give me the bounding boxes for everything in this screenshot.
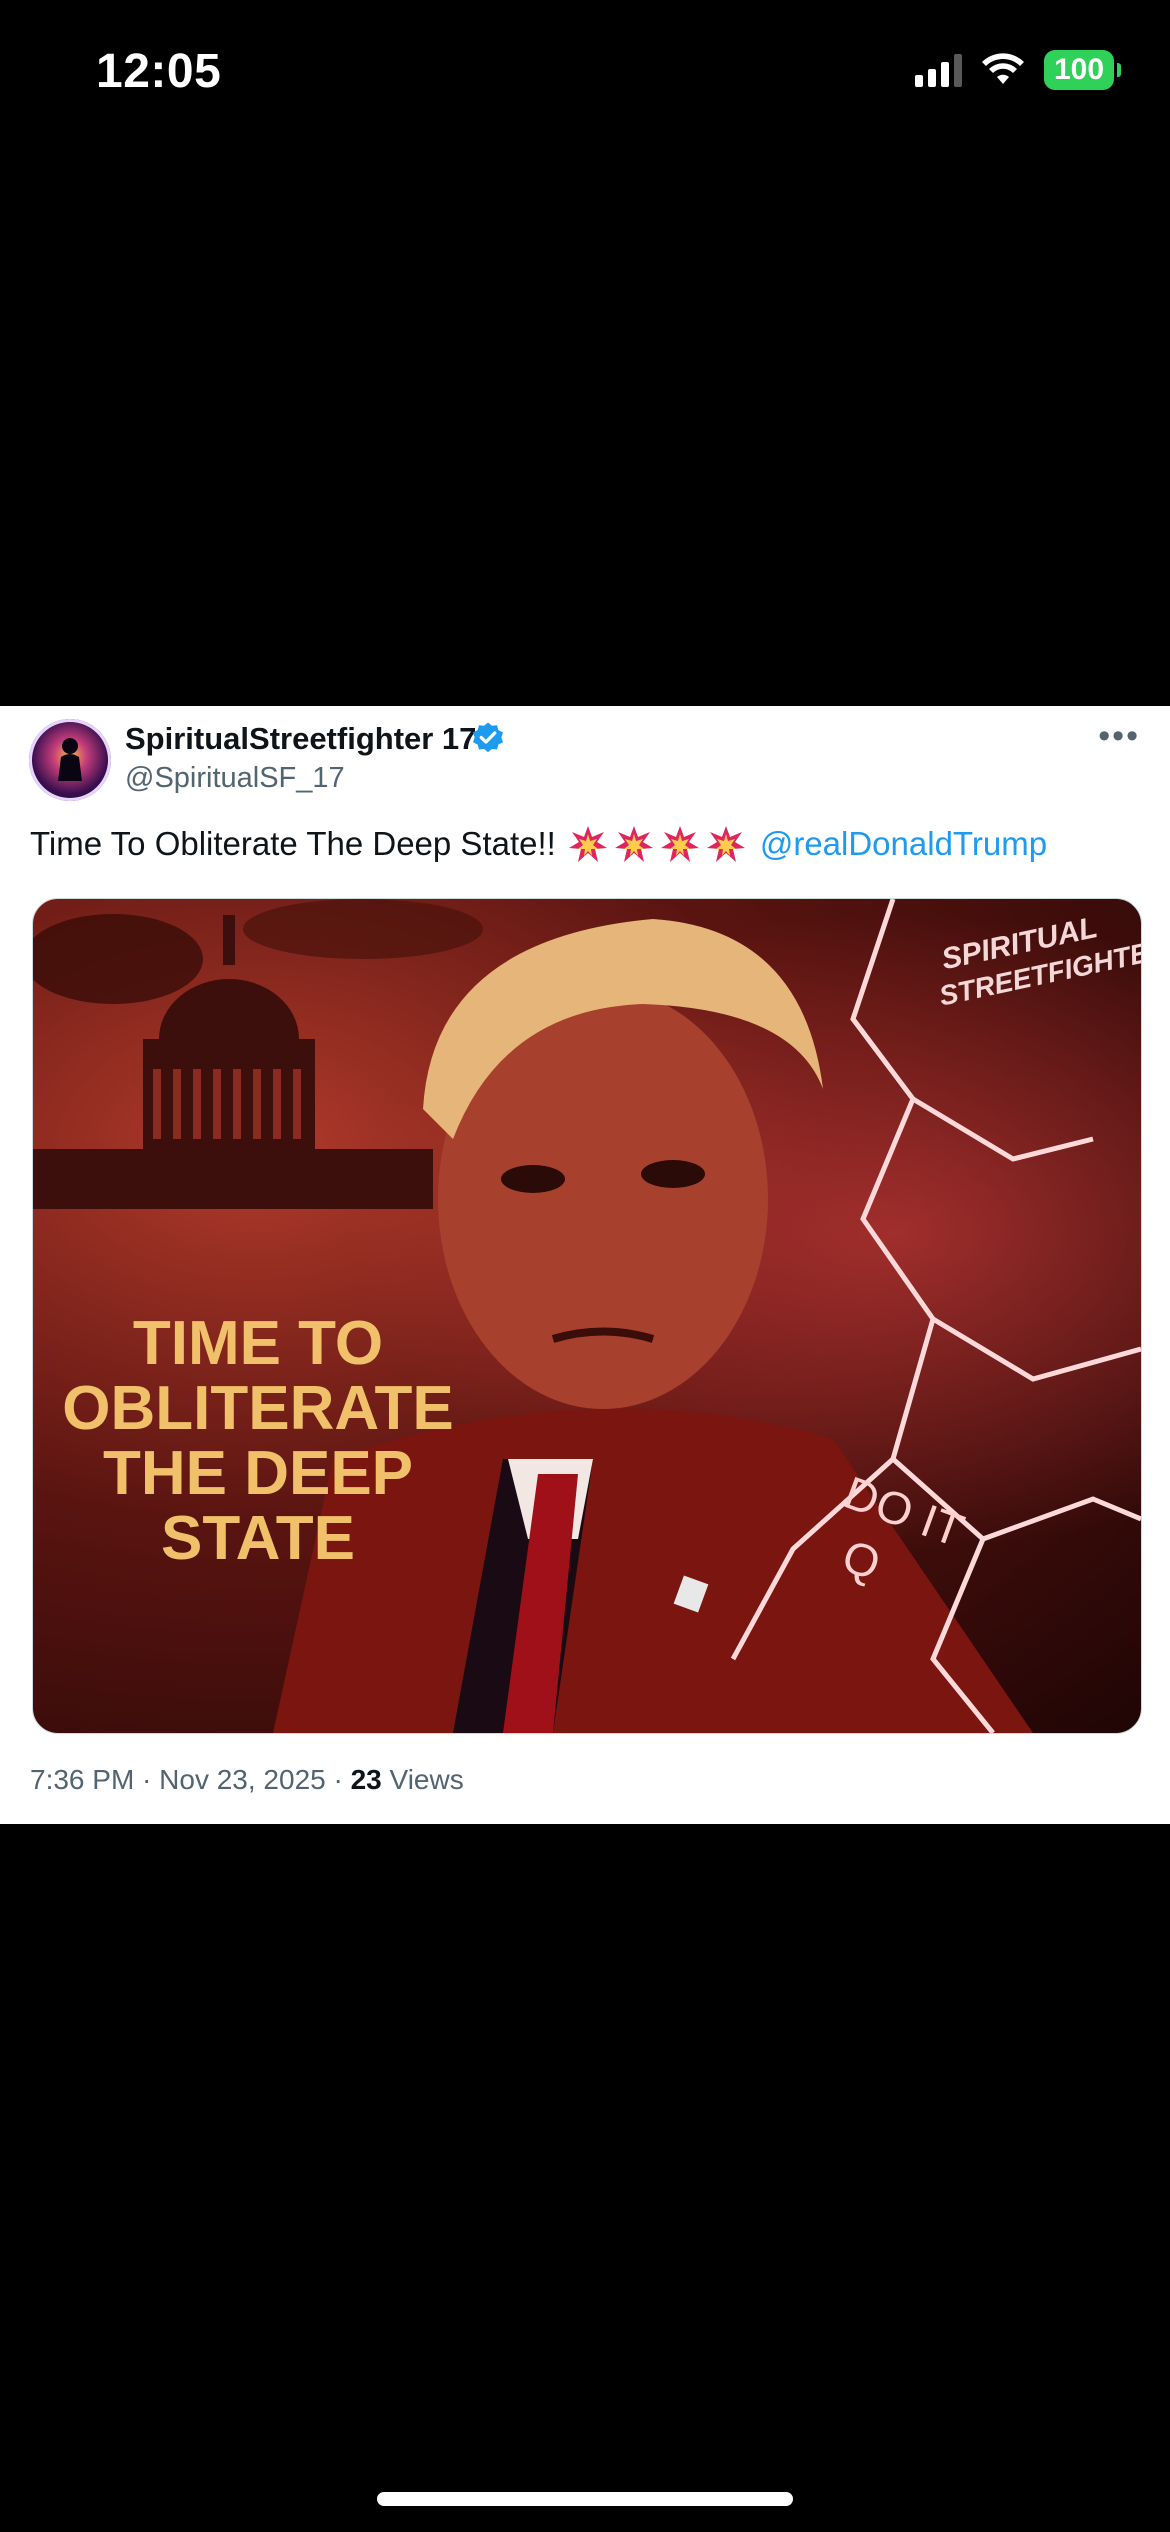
avatar-figure-icon [58, 738, 82, 781]
avatar[interactable] [29, 719, 111, 801]
tweet-card[interactable]: SpiritualStreetfighter 17 @SpiritualSF_1… [0, 706, 1170, 1824]
status-icons: 100 [915, 50, 1121, 90]
mention-link[interactable]: @realDonaldTrump [760, 825, 1047, 863]
signal-icon [915, 53, 962, 87]
overlay-line-4: STATE [161, 1504, 355, 1573]
views-label: Views [381, 1764, 464, 1795]
wifi-icon [982, 53, 1024, 84]
views-count: 23 [350, 1764, 382, 1795]
status-bar: 12:05 100 [0, 0, 1170, 150]
tweet-body: Time To Obliterate The Deep State!! [30, 825, 556, 862]
collision-emoji-icon [706, 826, 745, 862]
battery-icon: 100 [1044, 50, 1121, 90]
collision-emoji-icon [614, 826, 653, 862]
tweet-meta: 7:36 PM · Nov 23, 2025 · 23 Views [30, 1764, 464, 1796]
more-options-icon[interactable]: ••• [1098, 719, 1140, 753]
handle[interactable]: @SpiritualSF_17 [125, 762, 345, 795]
overlay-line-3: THE DEEP [103, 1439, 413, 1508]
display-name[interactable]: SpiritualStreetfighter 17 [125, 721, 476, 757]
verified-badge-icon [473, 722, 503, 753]
collision-emoji-icon [660, 826, 699, 862]
tweet-image[interactable]: TIME TO OBLITERATE THE DEEP STATE SPIRIT… [32, 898, 1142, 1734]
overlay-line-2: OBLITERATE [62, 1374, 454, 1443]
tweet-text: Time To Obliterate The Deep State!! @rea… [30, 824, 1047, 864]
battery-level: 100 [1053, 53, 1105, 86]
home-indicator[interactable] [377, 2492, 793, 2506]
collision-emoji-group [568, 824, 746, 864]
portrait-figure [273, 919, 1033, 1733]
status-time: 12:05 [96, 45, 222, 98]
timestamp[interactable]: 7:36 PM · Nov 23, 2025 · [30, 1764, 351, 1795]
tweet-image-art: TIME TO OBLITERATE THE DEEP STATE SPIRIT… [33, 899, 1141, 1733]
watermark: SPIRITUAL STREETFIGHTER [936, 911, 1141, 1012]
overlay-line-1: TIME TO [133, 1309, 383, 1378]
collision-emoji-icon [568, 826, 607, 862]
